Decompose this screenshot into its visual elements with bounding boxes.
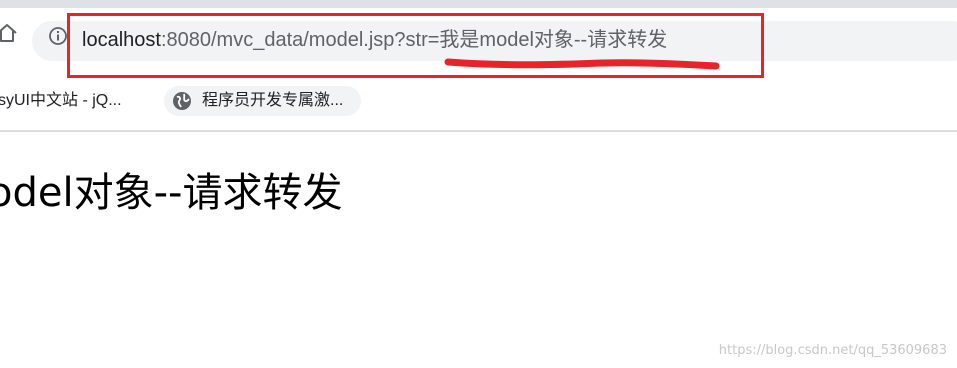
page-body-text: odel对象--请求转发 [0, 170, 343, 216]
tab-strip [0, 0, 957, 8]
bookmark-label: syUI中文站 - jQ... [0, 92, 122, 109]
globe-icon [173, 92, 191, 110]
watermark: https://blog.csdn.net/qq_53609683 [718, 343, 947, 358]
bookmark-item[interactable]: 程序员开发专属激... [164, 86, 362, 116]
browser-window: localhost:8080/mvc_data/model.jsp?str=我是… [0, 0, 957, 368]
home-icon[interactable] [0, 22, 18, 44]
toolbar-divider [0, 130, 957, 132]
info-icon[interactable] [48, 26, 68, 46]
bookmark-label: 程序员开发专属激... [202, 92, 344, 109]
bookmarks-bar: syUI中文站 - jQ... 程序员开发专属激... [0, 80, 957, 128]
annotation-underline [444, 58, 720, 70]
bookmark-item[interactable]: syUI中文站 - jQ... [0, 86, 132, 116]
